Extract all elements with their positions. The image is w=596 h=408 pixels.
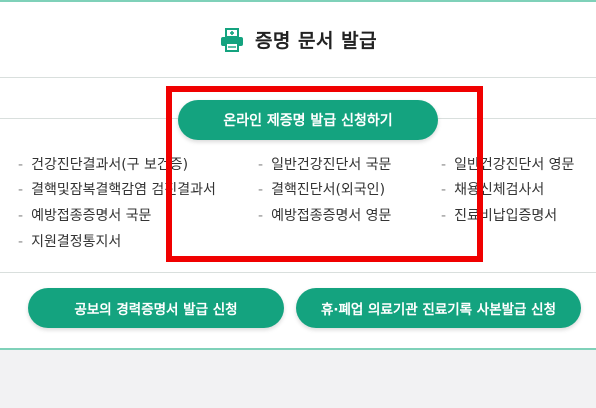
doc-link-vaccination-certificate-korean[interactable]: - 예방접종증명서 국문 — [18, 207, 151, 225]
doc-link-vaccination-certificate-english[interactable]: - 예방접종증명서 영문 — [258, 207, 391, 225]
bullet-dash: - — [441, 157, 447, 173]
bullet-dash: - — [258, 157, 264, 173]
divider — [0, 272, 596, 273]
doc-link-label: 결핵및잠복결핵감염 검진결과서 — [31, 182, 216, 198]
bullet-dash: - — [441, 208, 447, 224]
doc-link-label: 예방접종증명서 영문 — [271, 208, 392, 224]
doc-link-general-health-certificate-english[interactable]: - 일반건강진단서 영문 — [441, 156, 574, 174]
doc-link-label: 진료비납입증명서 — [454, 208, 558, 224]
doc-link-tuberculosis-certificate-foreigner[interactable]: - 결핵진단서(외국인) — [258, 181, 385, 199]
doc-link-label: 예방접종증명서 국문 — [31, 208, 152, 224]
panel-title: 증명 문서 발급 — [254, 30, 378, 52]
bullet-dash: - — [18, 157, 24, 173]
doc-link-label: 일반건강진단서 영문 — [454, 157, 575, 173]
doc-link-medical-payment-certificate[interactable]: - 진료비납입증명서 — [441, 207, 557, 225]
certificate-issuance-panel: 증명 문서 발급 온라인 제증명 발급 신청하기 - 건강진단결과서(구 보건증)… — [0, 0, 596, 350]
doc-link-health-checkup-result[interactable]: - 건강진단결과서(구 보건증) — [18, 156, 188, 174]
bullet-dash: - — [441, 182, 447, 198]
doc-link-support-decision-notice[interactable]: - 지원결정통지서 — [18, 233, 121, 251]
doc-link-label: 건강진단결과서(구 보건증) — [31, 157, 189, 173]
bullet-dash: - — [258, 208, 264, 224]
doc-link-general-health-certificate-korean[interactable]: - 일반건강진단서 국문 — [258, 156, 391, 174]
printer-icon — [220, 27, 243, 52]
doc-link-employment-physical-exam[interactable]: - 채용신체검사서 — [441, 181, 544, 199]
doc-link-label: 지원결정통지서 — [31, 234, 122, 250]
bullet-dash: - — [18, 234, 24, 250]
doc-link-tuberculosis-screening-result[interactable]: - 결핵및잠복결핵감염 검진결과서 — [18, 181, 216, 199]
bullet-dash: - — [18, 208, 24, 224]
public-doctor-career-certificate-button[interactable]: 공보의 경력증명서 발급 신청 — [28, 288, 284, 328]
doc-link-label: 일반건강진단서 국문 — [271, 157, 392, 173]
doc-link-label: 결핵진단서(외국인) — [271, 182, 386, 198]
bullet-dash: - — [258, 182, 264, 198]
online-certificate-request-button[interactable]: 온라인 제증명 발급 신청하기 — [178, 100, 438, 140]
bullet-dash: - — [18, 182, 24, 198]
panel-header: 증명 문서 발급 — [0, 2, 596, 78]
closed-clinic-medical-record-copy-button[interactable]: 휴·폐업 의료기관 진료기록 사본발급 신청 — [296, 288, 581, 328]
doc-link-label: 채용신체검사서 — [454, 182, 545, 198]
